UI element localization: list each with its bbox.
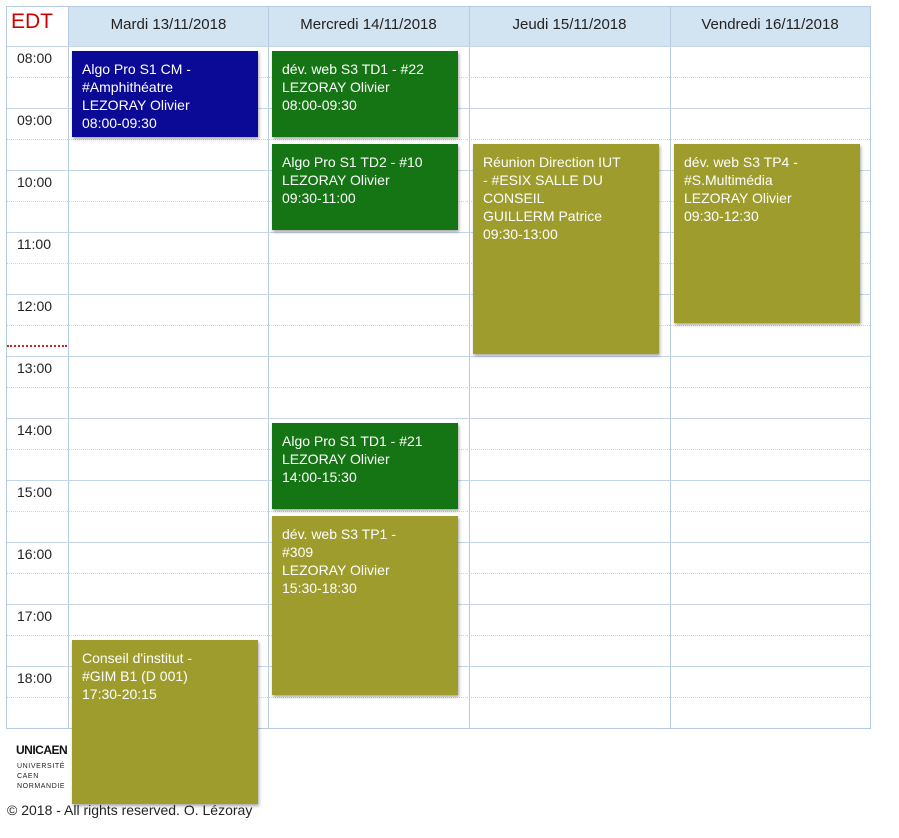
time-gridline (7, 604, 68, 605)
time-label: 15:00 (17, 484, 53, 500)
event-text-line: LEZORAY Olivier (282, 562, 390, 578)
time-gridline (7, 511, 68, 512)
time-gridline (7, 77, 68, 78)
time-gridline (7, 294, 68, 295)
time-label: 12:00 (17, 298, 53, 314)
event-text-line: Réunion Direction IUT (483, 154, 621, 170)
day-header-1: Mardi 13/11/2018 (110, 16, 227, 33)
time-gridline (7, 635, 68, 636)
column-divider (469, 6, 470, 729)
event-text-line: 14:00-15:30 (282, 469, 357, 485)
half-hour-gridline (68, 387, 870, 388)
event-text-line: LEZORAY Olivier (82, 97, 190, 113)
time-label: 18:00 (17, 670, 53, 686)
half-hour-gridline (68, 325, 870, 326)
time-label: 09:00 (17, 112, 53, 128)
half-hour-gridline (68, 573, 870, 574)
event-text-line: 08:00-09:30 (82, 115, 157, 131)
event-block[interactable]: dév. web S3 TP1 - #309 LEZORAY Olivier 15:3… (272, 516, 458, 695)
event-block[interactable]: Conseil d'institut - #GIM B1 (D 001) 17:30… (72, 640, 258, 804)
logo-line-3: NORMANDIE (17, 783, 66, 790)
time-label: 11:00 (17, 236, 51, 252)
time-label: 17:00 (17, 608, 53, 624)
event-text-line: Algo Pro S1 TD1 - #21 (282, 433, 423, 449)
time-label: 14:00 (17, 422, 53, 438)
time-gridline (7, 449, 68, 450)
event-block[interactable]: Réunion Direction IUT - #ESIX SALLE DU CON… (473, 144, 659, 354)
day-header-4: Vendredi 16/11/2018 (701, 16, 839, 33)
event-text-line: LEZORAY Olivier (282, 79, 390, 95)
current-time-indicator (7, 345, 67, 347)
event-text-line: 09:30-12:30 (684, 208, 759, 224)
event-text-line: #S.Multimédia (684, 172, 773, 188)
time-gridline (7, 387, 68, 388)
event-text-line: dév. web S3 TD1 - #22 (282, 61, 424, 77)
event-text-line: CONSEIL (483, 190, 545, 206)
column-divider (268, 6, 269, 729)
event-block[interactable]: Algo Pro S1 TD2 - #10 LEZORAY Olivier 09:3… (272, 144, 458, 230)
event-text-line: 15:30-18:30 (282, 580, 357, 596)
hour-gridline (68, 542, 870, 543)
time-gridline (7, 201, 68, 202)
time-label: 10:00 (17, 174, 53, 190)
copyright-footer: © 2018 - All rights reserved. O. Lézoray (7, 802, 253, 818)
hour-gridline (68, 480, 870, 481)
time-gridline (7, 170, 68, 171)
time-gridline (7, 573, 68, 574)
time-gridline (7, 480, 68, 481)
day-header-3: Jeudi 15/11/2018 (512, 16, 627, 33)
event-text-line: #GIM B1 (D 001) (82, 668, 188, 684)
event-text-line: 08:00-09:30 (282, 97, 357, 113)
time-gridline (7, 139, 68, 140)
event-text-line: #309 (282, 544, 314, 560)
time-gridline (7, 108, 68, 109)
event-text-line: Conseil d'institut - (82, 650, 193, 666)
logo-line-2: CAEN (17, 773, 39, 780)
event-text-line: Algo Pro S1 CM - (82, 61, 191, 77)
event-block[interactable]: Algo Pro S1 CM - #Amphithéatre LEZORAY Oli… (72, 51, 258, 137)
time-gridline (7, 418, 68, 419)
time-gridline (7, 356, 68, 357)
column-divider (670, 6, 671, 729)
time-label: 16:00 (17, 546, 53, 562)
half-hour-gridline (68, 635, 870, 636)
hour-gridline (68, 418, 870, 419)
event-text-line: dév. web S3 TP1 - (282, 526, 396, 542)
time-gridline (7, 542, 68, 543)
day-header-2: Mercredi 14/11/2018 (300, 16, 437, 33)
event-text-line: LEZORAY Olivier (282, 451, 390, 467)
event-block[interactable]: dév. web S3 TD1 - #22 LEZORAY Olivier 08:0… (272, 51, 458, 137)
unicaen-logo: UNICAEN (16, 743, 68, 757)
time-gridline (7, 232, 68, 233)
hour-gridline (68, 356, 870, 357)
timetable-title: EDT (11, 10, 53, 33)
half-hour-gridline (68, 139, 870, 140)
event-block[interactable]: Algo Pro S1 TD1 - #21 LEZORAY Olivier 14:0… (272, 423, 458, 509)
column-divider (68, 6, 69, 729)
time-gridline (7, 263, 68, 264)
event-block[interactable]: dév. web S3 TP4 - #S.Multimédia LEZORAY Ol… (674, 144, 860, 323)
half-hour-gridline (68, 511, 870, 512)
logo-line-1: UNIVERSITÉ (17, 763, 66, 770)
event-text-line: GUILLERM Patrice (483, 208, 603, 224)
event-text-line: LEZORAY Olivier (282, 172, 390, 188)
event-text-line: Algo Pro S1 TD2 - #10 (282, 154, 423, 170)
event-text-line: #Amphithéatre (82, 79, 174, 95)
event-text-line: 17:30-20:15 (82, 686, 157, 702)
hour-gridline (68, 604, 870, 605)
event-text-line: dév. web S3 TP4 - (684, 154, 798, 170)
event-text-line: 09:30-13:00 (483, 226, 558, 242)
event-text-line: LEZORAY Olivier (684, 190, 792, 206)
time-label: 08:00 (17, 50, 53, 66)
time-gridline (7, 325, 68, 326)
event-text-line: 09:30-11:00 (282, 190, 356, 206)
half-hour-gridline (68, 449, 870, 450)
event-text-line: - #ESIX SALLE DU (483, 172, 603, 188)
time-gridline (7, 46, 68, 47)
time-gridline (7, 666, 68, 667)
hour-gridline (68, 46, 870, 47)
time-gridline (7, 697, 68, 698)
time-label: 13:00 (17, 360, 53, 376)
